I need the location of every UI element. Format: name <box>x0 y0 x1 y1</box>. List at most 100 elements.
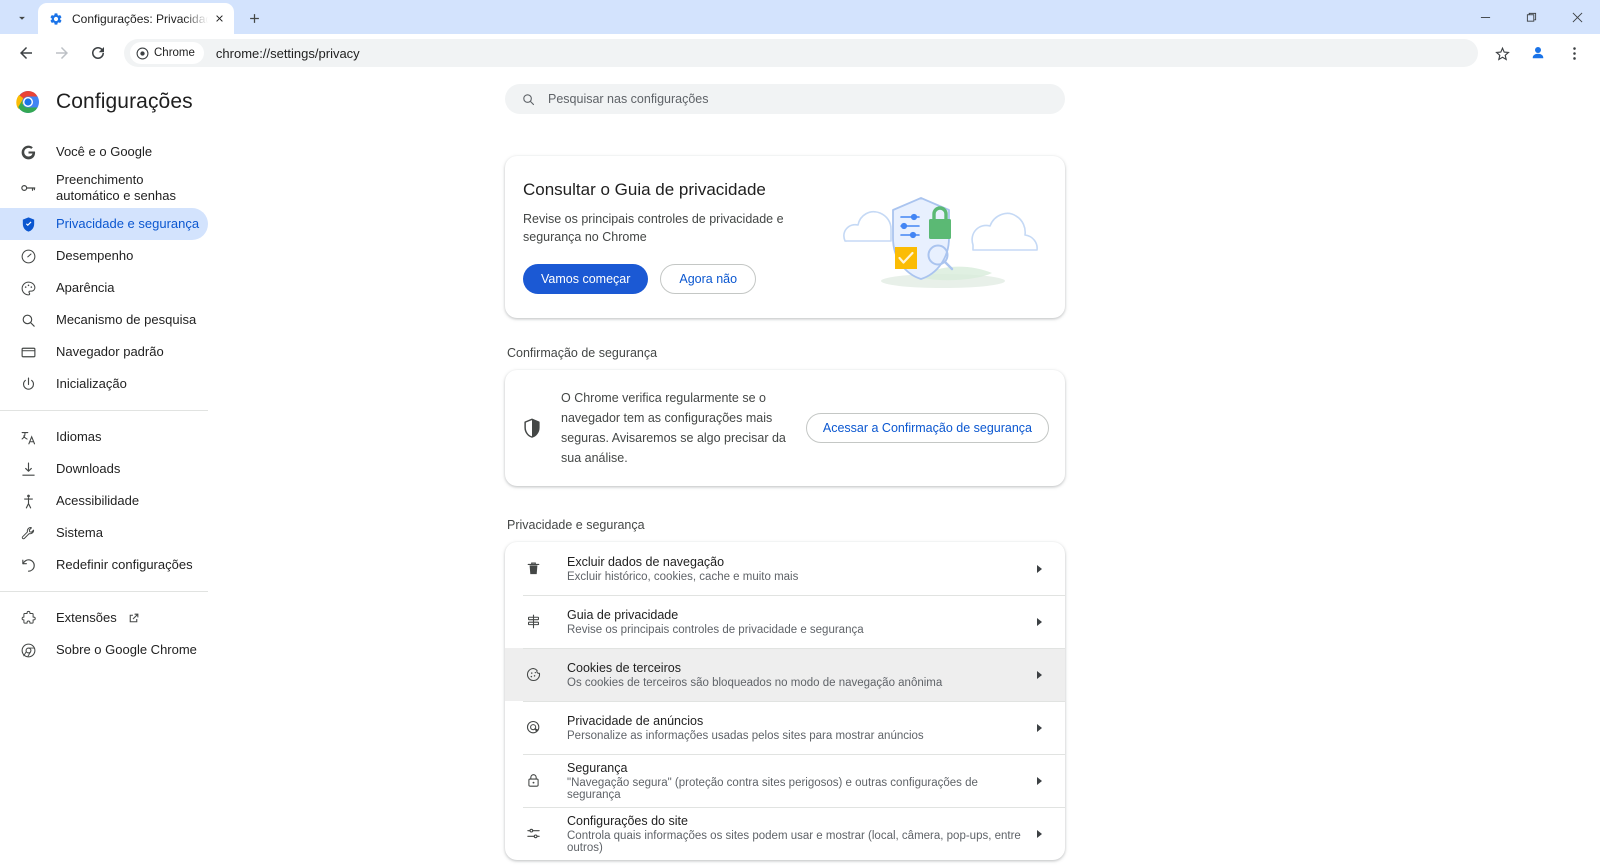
row-subtitle: Personalize as informações usadas pelos … <box>567 729 924 742</box>
window-minimize-button[interactable] <box>1462 0 1508 34</box>
cookie-icon <box>523 665 543 685</box>
tab-search-button[interactable] <box>8 5 36 31</box>
row-subtitle: "Navegação segura" (proteção contra site… <box>567 776 978 801</box>
browser-tab[interactable]: Configurações: Privacidade e se <box>38 3 234 34</box>
lock-icon <box>523 771 543 791</box>
sidebar-item-system[interactable]: Sistema <box>0 517 208 549</box>
sidebar-item-label: Downloads <box>56 461 121 477</box>
back-arrow-icon <box>20 47 32 59</box>
chrome-menu-button[interactable] <box>1559 38 1589 68</box>
safety-check-section-title: Confirmação de segurança <box>507 346 658 361</box>
row-subtitle: Excluir histórico, cookies, cache e muit… <box>567 570 799 583</box>
sidebar-item-about-chrome[interactable]: Sobre o Google Chrome <box>0 634 208 666</box>
chevron-down-icon <box>19 16 25 20</box>
sidebar-item-label: Preenchimento automático e senhas <box>56 172 176 203</box>
sidebar-item-appearance[interactable]: Aparência <box>0 272 208 304</box>
privacy-shield-clouds-illustration <box>825 181 1055 293</box>
sidebar-item-downloads[interactable]: Downloads <box>0 453 208 485</box>
sidebar-item-default-browser[interactable]: Navegador padrão <box>0 336 208 368</box>
settings-page: Configurações Você e o Google Preenchime… <box>0 72 1600 866</box>
row-title: Guia de privacidade <box>567 607 679 622</box>
row-subtitle: Os cookies de terceiros são bloqueados n… <box>567 676 943 689</box>
new-tab-button[interactable] <box>240 4 268 32</box>
sidebar-item-search-engine[interactable]: Mecanismo de pesquisa <box>0 304 208 336</box>
window-icon <box>18 342 38 362</box>
sidebar-item-performance[interactable]: Desempenho <box>0 240 208 272</box>
dismiss-privacy-guide-button[interactable]: Agora não <box>660 264 757 295</box>
sidebar-item-label: Sistema <box>56 525 103 541</box>
reload-icon <box>92 46 104 59</box>
go-to-safety-check-button[interactable]: Acessar a Confirmação de segurança <box>805 413 1049 444</box>
tab-close-icon[interactable] <box>210 10 228 28</box>
search-icon <box>523 93 535 105</box>
start-privacy-guide-button[interactable]: Vamos começar <box>523 264 649 295</box>
restore-icon <box>18 555 38 575</box>
row-delete-browsing-data[interactable]: Excluir dados de navegação Excluir histó… <box>505 542 1065 595</box>
privacy-section-title: Privacidade e segurança <box>507 518 645 533</box>
row-text: Guia de privacidade Revise os principais… <box>567 608 1031 636</box>
speedometer-icon <box>18 246 38 266</box>
translate-icon <box>18 427 38 447</box>
row-security[interactable]: Segurança "Navegação segura" (proteção c… <box>505 754 1065 807</box>
settings-search[interactable] <box>505 84 1065 114</box>
sidebar-item-label: Acessibilidade <box>56 493 140 509</box>
chevron-right-icon <box>1031 720 1047 736</box>
extension-icon <box>18 608 38 628</box>
sidebar-extensions-wrap: Extensões <box>56 610 140 626</box>
sidebar-item-label: Você e o Google <box>56 144 153 160</box>
privacy-guide-promo-card: Consultar o Guia de privacidade Revise o… <box>505 156 1065 319</box>
browser-toolbar: Chrome chrome://settings/privacy <box>0 34 1600 72</box>
row-ad-privacy[interactable]: Privacidade de anúncios Personalize as i… <box>505 701 1065 754</box>
chevron-right-icon <box>1031 614 1047 630</box>
sidebar-item-extensions[interactable]: Extensões <box>0 602 208 634</box>
sidebar-item-reset-settings[interactable]: Redefinir configurações <box>0 549 208 581</box>
settings-gear-icon <box>48 11 64 27</box>
plus-icon <box>249 13 259 23</box>
sidebar-item-label: Inicialização <box>56 376 127 392</box>
back-button[interactable] <box>11 38 41 68</box>
profile-avatar-icon <box>1532 47 1544 59</box>
settings-content: Consultar o Guia de privacidade Revise o… <box>505 72 1065 861</box>
row-site-settings[interactable]: Configurações do site Controla quais inf… <box>505 807 1065 860</box>
profile-button[interactable] <box>1523 38 1553 68</box>
chevron-right-icon <box>1031 826 1047 842</box>
privacy-settings-list: Excluir dados de navegação Excluir histó… <box>505 542 1065 861</box>
chrome-icon <box>18 640 38 660</box>
row-title: Cookies de terceiros <box>567 660 681 675</box>
search-input[interactable] <box>548 92 1049 106</box>
row-privacy-guide[interactable]: Guia de privacidade Revise os principais… <box>505 595 1065 648</box>
sidebar-item-privacy-security[interactable]: Privacidade e segurança <box>0 208 208 240</box>
forward-arrow-icon <box>56 47 68 59</box>
sidebar-item-label: Idiomas <box>56 429 102 445</box>
row-third-party-cookies[interactable]: Cookies de terceiros Os cookies de terce… <box>505 648 1065 702</box>
sidebar-item-autofill-passwords[interactable]: Preenchimento automático e senhas <box>0 168 208 208</box>
reload-button[interactable] <box>83 38 113 68</box>
chrome-logo-icon <box>16 90 40 114</box>
row-text: Cookies de terceiros Os cookies de terce… <box>567 661 1031 689</box>
forward-button[interactable] <box>47 38 77 68</box>
download-icon <box>18 459 38 479</box>
address-bar[interactable]: Chrome chrome://settings/privacy <box>124 39 1478 67</box>
privacy-guide-icon <box>523 612 543 632</box>
row-subtitle: Revise os principais controles de privac… <box>567 623 864 636</box>
origin-chip[interactable]: Chrome <box>130 42 204 64</box>
page-title: Configurações <box>56 90 193 113</box>
sidebar-item-accessibility[interactable]: Acessibilidade <box>0 485 208 517</box>
window-close-button[interactable] <box>1554 0 1600 34</box>
address-bar-url: chrome://settings/privacy <box>215 45 360 61</box>
bookmark-button[interactable] <box>1487 38 1517 68</box>
sidebar-item-startup[interactable]: Inicialização <box>0 368 208 400</box>
open-in-new-icon <box>129 613 139 622</box>
sidebar-item-you-and-google[interactable]: Você e o Google <box>0 136 208 168</box>
shield-icon <box>521 417 543 439</box>
row-text: Configurações do site Controla quais inf… <box>567 814 1031 854</box>
sidebar-divider-2 <box>0 591 208 592</box>
promo-text-block: Consultar o Guia de privacidade Revise o… <box>523 180 825 295</box>
magnifier-icon <box>18 310 38 330</box>
window-maximize-button[interactable] <box>1508 0 1554 34</box>
chevron-right-icon <box>1031 667 1047 683</box>
settings-brand: Configurações <box>0 84 240 120</box>
sidebar-item-label: Privacidade e segurança <box>56 216 200 232</box>
sidebar-item-languages[interactable]: Idiomas <box>0 421 208 453</box>
row-title: Excluir dados de navegação <box>567 554 725 569</box>
